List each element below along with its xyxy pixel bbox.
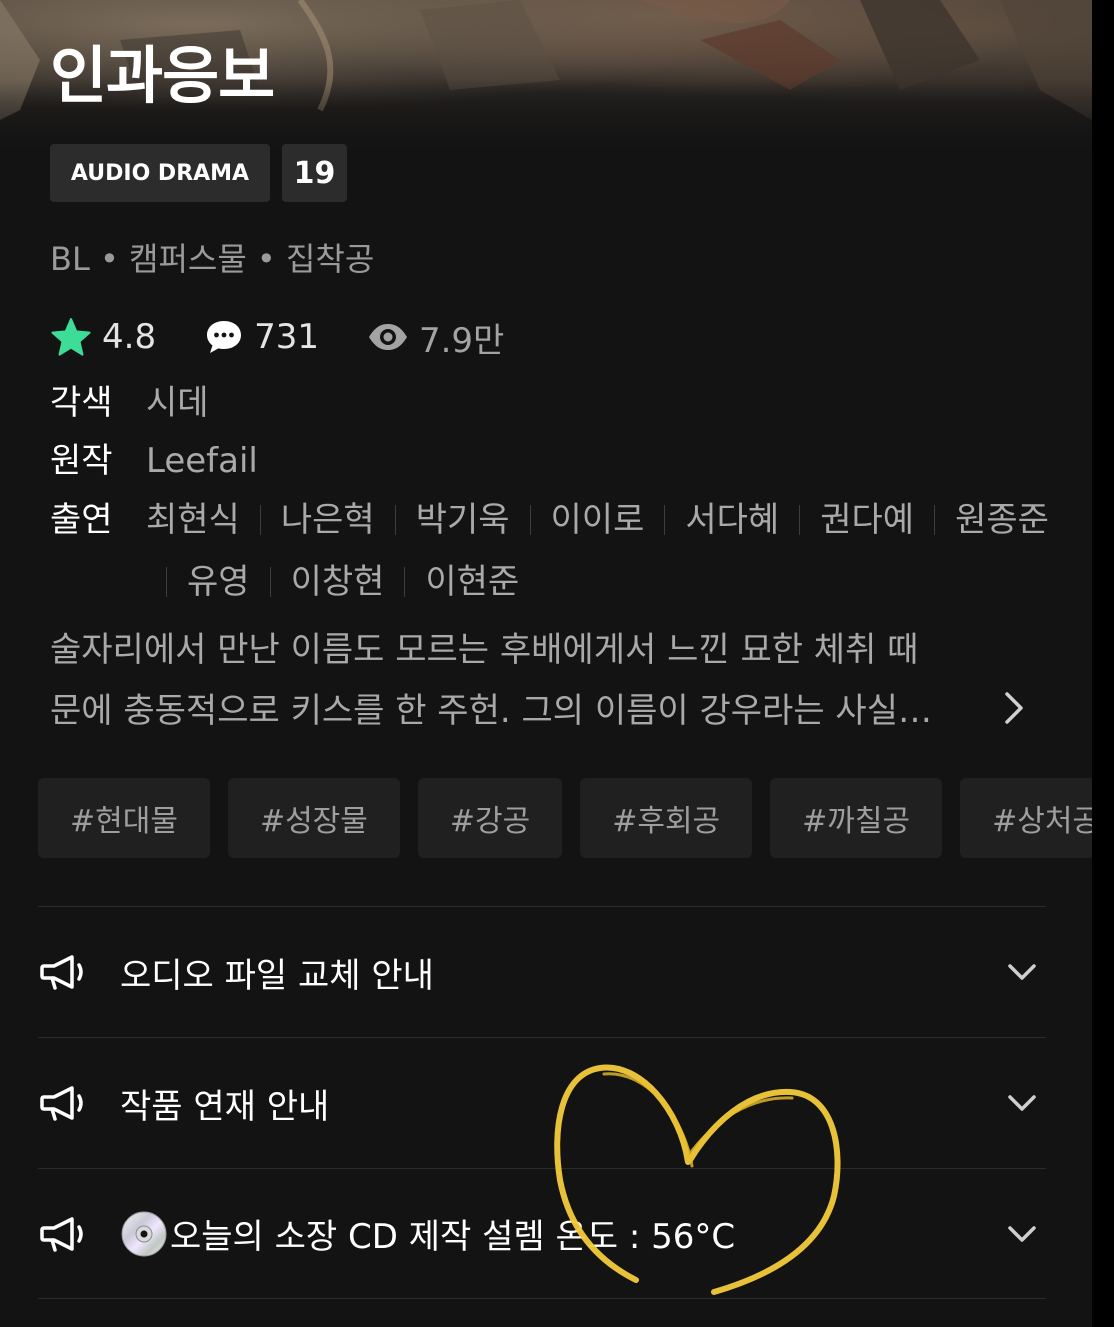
tag-chip[interactable]: #까칠공 xyxy=(770,778,943,858)
adaptation-label: 각색 xyxy=(50,383,113,423)
tag-chip[interactable]: #상처공 xyxy=(960,778,1092,858)
cast-member[interactable]: 이이로 xyxy=(551,497,686,543)
speech-bubble-icon xyxy=(204,318,244,356)
chevron-down-icon[interactable] xyxy=(1006,957,1038,991)
chevron-down-icon[interactable] xyxy=(1006,1219,1038,1253)
cast-member[interactable]: 이창현 xyxy=(291,559,426,605)
synopsis-line: 문에 충동적으로 키스를 한 주헌. 그의 이름이 강우라는 사실… xyxy=(50,691,932,731)
rating-stat: 4.8 xyxy=(50,317,156,357)
eye-icon xyxy=(367,321,409,353)
adaptation-value[interactable]: 시데 xyxy=(146,380,209,426)
original-credit: 원작 Leefail xyxy=(50,438,258,484)
cast-divider xyxy=(799,505,801,535)
cast-member[interactable]: 이현준 xyxy=(425,559,519,605)
synopsis-line: 술자리에서 만난 이름도 모르는 후배에게서 느낀 묘한 체취 때 xyxy=(50,630,919,670)
adaptation-credit: 각색 시데 xyxy=(50,380,209,426)
cast-member[interactable]: 권다예 xyxy=(820,497,955,543)
rating-value: 4.8 xyxy=(102,317,157,357)
tag-chip[interactable]: #강공 xyxy=(417,778,563,858)
views-stat: 7.9만 xyxy=(367,313,504,362)
original-value[interactable]: Leefail xyxy=(146,438,258,484)
megaphone-icon xyxy=(38,952,90,996)
notice-label: 작품 연재 안내 xyxy=(120,1086,330,1127)
chevron-right-icon[interactable] xyxy=(996,686,1032,734)
cast-divider xyxy=(269,567,271,597)
megaphone-icon xyxy=(38,1083,90,1127)
cast-divider xyxy=(404,567,406,597)
cast-label: 출연 xyxy=(50,500,113,540)
cast-credit: 출연 xyxy=(50,497,146,543)
badge-row: AUDIO DRAMA 19 xyxy=(50,144,347,202)
synopsis[interactable]: 술자리에서 만난 이름도 모르는 후배에게서 느낀 묘한 체취 때 문에 충동적… xyxy=(50,620,980,742)
cast-divider xyxy=(394,505,396,535)
tag-chip[interactable]: #후회공 xyxy=(580,778,753,858)
cast-list: 최현식 나은혁 박기욱 이이로 서다혜 권다예 원종준 유영 이창현 이현준 xyxy=(146,497,1092,605)
cast-member[interactable]: 원종준 xyxy=(955,497,1049,543)
cast-member[interactable]: 박기욱 xyxy=(416,497,551,543)
original-label: 원작 xyxy=(50,441,113,481)
notice-label: 오늘의 소장 CD 제작 설렘 온도 : 56°C xyxy=(120,1209,735,1258)
audio-drama-badge: AUDIO DRAMA xyxy=(50,144,270,202)
stats-row: 4.8 731 7.9만 xyxy=(50,313,552,362)
screen: 인과응보 AUDIO DRAMA 19 BL • 캠퍼스물 • 집착공 4.8 … xyxy=(0,0,1114,1327)
chevron-down-icon[interactable] xyxy=(1006,1088,1038,1122)
cast-divider xyxy=(259,505,261,535)
genre-line: BL • 캠퍼스물 • 집착공 xyxy=(50,240,375,278)
notice-list: 오디오 파일 교체 안내 작품 연재 안내 오늘의 소장 CD 제작 설렘 온도… xyxy=(38,906,1046,1299)
megaphone-icon xyxy=(38,1214,90,1258)
comments-stat[interactable]: 731 xyxy=(204,317,319,357)
tag-list: #현대물 #성장물 #강공 #후회공 #까칠공 #상처공 xyxy=(38,778,1092,858)
work-detail-panel: 인과응보 AUDIO DRAMA 19 BL • 캠퍼스물 • 집착공 4.8 … xyxy=(0,0,1092,1327)
cast-member[interactable]: 유영 xyxy=(146,559,291,605)
cast-divider xyxy=(664,505,666,535)
disc-icon xyxy=(120,1210,168,1258)
tag-chip[interactable]: #현대물 xyxy=(38,778,210,858)
comments-count: 731 xyxy=(254,317,319,357)
notice-item[interactable]: 오디오 파일 교체 안내 xyxy=(38,906,1046,1037)
age-rating-badge: 19 xyxy=(282,144,347,202)
star-icon xyxy=(50,317,92,357)
notice-label: 오디오 파일 교체 안내 xyxy=(120,955,434,996)
cast-divider xyxy=(166,567,167,597)
notice-item[interactable]: 작품 연재 안내 xyxy=(38,1037,1046,1168)
notice-item[interactable]: 오늘의 소장 CD 제작 설렘 온도 : 56°C xyxy=(38,1168,1046,1299)
page-title: 인과응보 xyxy=(50,39,275,112)
cast-member[interactable]: 나은혁 xyxy=(281,497,416,543)
cast-divider xyxy=(934,505,936,535)
cast-member[interactable]: 서다혜 xyxy=(685,497,820,543)
tag-chip[interactable]: #성장물 xyxy=(227,778,400,858)
cast-member[interactable]: 최현식 xyxy=(146,497,281,543)
cast-divider xyxy=(529,505,531,535)
views-count: 7.9만 xyxy=(418,320,505,361)
